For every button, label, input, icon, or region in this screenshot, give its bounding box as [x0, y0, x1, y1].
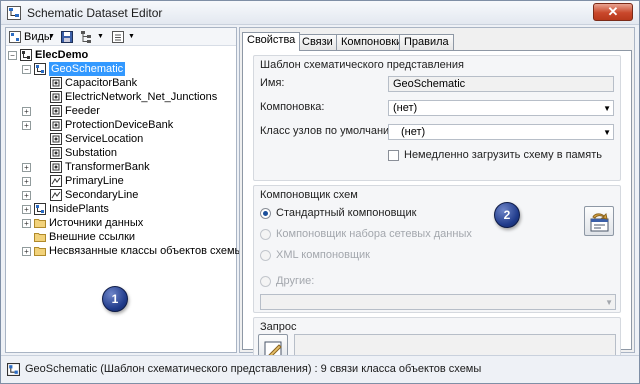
builder-properties-icon	[590, 212, 609, 232]
status-bar: GeoSchematic (Шаблон схематического пред…	[1, 355, 639, 383]
node-class-icon	[50, 161, 62, 173]
list-options-button[interactable]: ▼	[112, 30, 138, 44]
tab-rules[interactable]: Правила	[399, 34, 454, 50]
window-title: Schematic Dataset Editor	[27, 6, 163, 20]
tree-label: SecondaryLine	[65, 189, 139, 201]
builder-group: Компоновщик схем Стандартный компоновщик…	[253, 185, 621, 313]
chevron-down-icon: ▼	[603, 104, 611, 113]
chevron-down-icon: ▼	[128, 33, 135, 40]
default-class-value: (нет)	[401, 126, 426, 138]
default-class-select[interactable]: (нет) ▼	[388, 124, 614, 140]
load-memory-checkbox[interactable]	[388, 150, 399, 161]
tree-label: ElectricNetwork_Net_Junctions	[65, 91, 218, 103]
tree-panel: Виды ▼ ▼ ▼ − ElecDemo − GeoSchematic Cap…	[5, 27, 242, 353]
xml-builder-radio[interactable]	[260, 250, 271, 261]
title-bar[interactable]: Schematic Dataset Editor ✕	[1, 1, 639, 25]
layout-label: Компоновка:	[260, 101, 325, 113]
query-group-title: Запрос	[260, 321, 297, 333]
expand-icon[interactable]: +	[22, 247, 31, 256]
template-group: Шаблон схематического представления Имя:…	[253, 55, 621, 181]
node-class-icon	[50, 147, 62, 159]
save-button[interactable]	[61, 30, 75, 44]
tree-label: PrimaryLine	[65, 175, 124, 187]
network-builder-label: Компоновщик набора сетевых данных	[276, 228, 472, 240]
status-text: GeoSchematic (Шаблон схематического пред…	[25, 363, 482, 375]
tab-links[interactable]: Связи	[297, 34, 338, 50]
name-field[interactable]: GeoSchematic	[388, 76, 614, 92]
node-class-icon	[50, 119, 62, 131]
collapse-icon[interactable]: −	[22, 65, 31, 74]
standard-builder-label: Стандартный компоновщик	[276, 207, 417, 219]
schematic-dataset-editor-window: Schematic Dataset Editor ✕ Виды ▼ ▼ ▼ − …	[0, 0, 640, 384]
tree-label-insideplants: InsidePlants	[49, 203, 109, 215]
expand-icon[interactable]: +	[22, 177, 31, 186]
tree-label-external-links: Внешние ссылки	[49, 231, 136, 243]
standard-builder-radio[interactable]	[260, 208, 271, 219]
template-group-title: Шаблон схематического представления	[260, 59, 464, 71]
tree-label-unassociated: Несвязанные классы объектов схемы	[49, 245, 243, 257]
tab-properties[interactable]: Свойства	[242, 32, 301, 51]
folder-icon	[34, 233, 46, 242]
schematic-template-icon	[7, 363, 20, 376]
expand-icon[interactable]: +	[22, 163, 31, 172]
views-icon	[9, 31, 21, 43]
tree-label: Feeder	[65, 105, 100, 117]
expand-icon[interactable]: +	[22, 107, 31, 116]
tree-label: Substation	[65, 147, 117, 159]
chevron-down-icon: ▼	[97, 33, 104, 40]
close-button[interactable]: ✕	[593, 3, 633, 21]
layout-select[interactable]: (нет) ▼	[388, 100, 614, 116]
node-class-icon	[50, 133, 62, 145]
tree-label-data-sources: Источники данных	[49, 217, 144, 229]
node-class-icon	[50, 105, 62, 117]
schematic-template-icon	[34, 203, 46, 215]
name-label: Имя:	[260, 77, 285, 89]
app-icon	[7, 6, 21, 20]
views-button[interactable]: Виды ▼	[9, 30, 55, 44]
properties-tab-body: Шаблон схематического представления Имя:…	[242, 50, 632, 369]
close-icon: ✕	[607, 4, 619, 19]
tree-options-icon	[81, 31, 91, 43]
expand-icon[interactable]: +	[22, 205, 31, 214]
node-class-icon	[50, 77, 62, 89]
tree-label: CapacitorBank	[65, 77, 138, 89]
tab-layouts[interactable]: Компоновки	[336, 34, 408, 50]
folder-icon	[34, 247, 46, 256]
schematic-template-icon	[34, 63, 46, 75]
tree-label: ProtectionDeviceBank	[65, 119, 174, 131]
collapse-icon[interactable]: −	[8, 51, 17, 60]
tree-label-geoschematic: GeoSchematic	[49, 62, 126, 76]
tree-label: ServiceLocation	[65, 133, 144, 145]
chevron-down-icon: ▼	[603, 128, 611, 137]
other-builder-radio[interactable]	[260, 276, 271, 287]
callout-2: 2	[494, 202, 520, 228]
properties-panel: Свойства Связи Компоновки Правила Шаблон…	[239, 27, 635, 369]
layout-value: (нет)	[393, 102, 418, 114]
tree-label: TransformerBank	[65, 161, 150, 173]
default-class-label: Класс узлов по умолчанию:	[260, 125, 401, 137]
network-builder-radio[interactable]	[260, 229, 271, 240]
load-memory-label: Немедленно загрузить схему в память	[404, 149, 602, 161]
dataset-icon	[20, 49, 32, 61]
link-class-icon	[50, 175, 62, 187]
save-icon	[61, 31, 73, 43]
expand-icon[interactable]: +	[22, 219, 31, 228]
tree-label-root: ElecDemo	[35, 49, 89, 61]
other-builder-label: Другие:	[276, 275, 315, 287]
chevron-down-icon: ▼	[48, 33, 55, 40]
tree-options-button[interactable]: ▼	[81, 30, 107, 44]
callout-1: 1	[102, 286, 128, 312]
chevron-down-icon: ▼	[605, 298, 613, 307]
node-class-icon	[50, 91, 62, 103]
builder-group-title: Компоновщик схем	[260, 189, 358, 201]
link-class-icon	[50, 189, 62, 201]
other-builder-select[interactable]: ▼	[260, 294, 616, 310]
tree-toolbar: Виды ▼ ▼ ▼	[6, 28, 236, 46]
expand-icon[interactable]: +	[22, 191, 31, 200]
folder-icon	[34, 219, 46, 228]
builder-properties-button[interactable]	[584, 206, 614, 236]
xml-builder-label: XML компоновщик	[276, 249, 370, 261]
expand-icon[interactable]: +	[22, 121, 31, 130]
list-options-icon	[112, 31, 124, 43]
